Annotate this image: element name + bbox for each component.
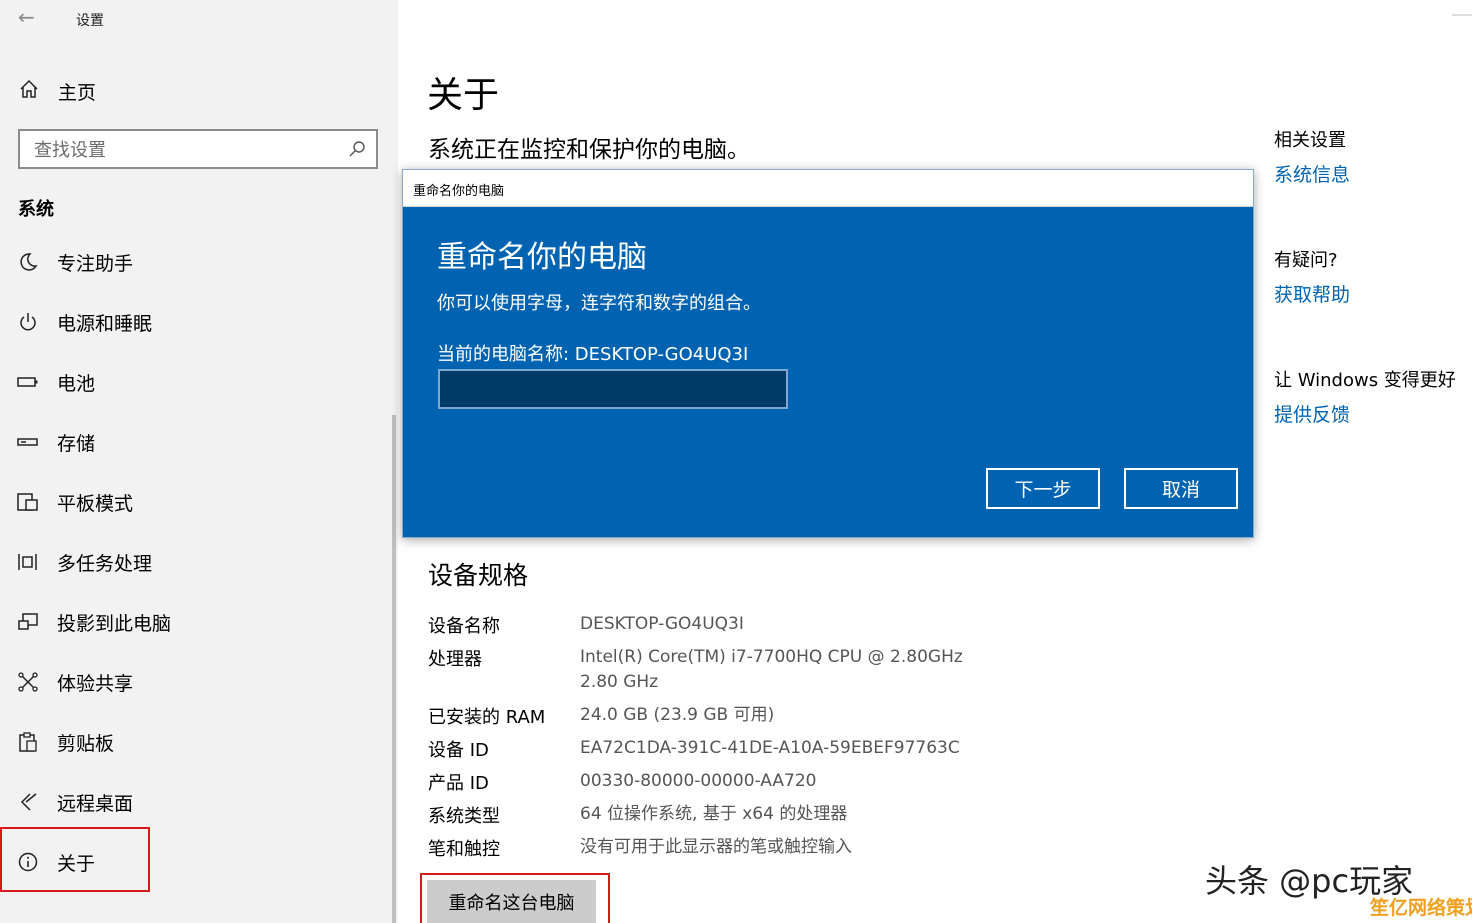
tablet-mode-icon [17, 493, 38, 511]
sidebar-item-remote-desktop[interactable]: 远程桌面 [0, 780, 398, 824]
sidebar-item-home[interactable]: 主页 [0, 70, 398, 110]
related-settings-heading: 相关设置 [1274, 130, 1346, 151]
search-box[interactable] [18, 129, 378, 169]
highlight-box-about [0, 827, 150, 892]
rename-dialog: 重命名你的电脑 重命名你的电脑 你可以使用字母，连字符和数字的组合。 当前的电脑… [402, 169, 1254, 538]
questions-heading: 有疑问? [1274, 250, 1338, 271]
home-icon [20, 79, 38, 98]
sidebar-item-label: 剪贴板 [57, 733, 115, 755]
cancel-button[interactable]: 取消 [1124, 468, 1238, 509]
page-title: 关于 [427, 75, 500, 116]
spec-value-line2: 2.80 GHz [580, 672, 659, 692]
sidebar-item-label: 平板模式 [57, 493, 134, 515]
sidebar-item-focus-assist[interactable]: 专注助手 [0, 240, 398, 284]
sidebar-item-storage[interactable]: 存储 [0, 420, 398, 464]
new-pc-name-input[interactable] [438, 369, 788, 409]
spec-label: 处理器 [428, 649, 482, 670]
moon-icon [20, 253, 38, 271]
spec-value: DESKTOP-GO4UQ3I [580, 614, 744, 634]
current-pc-name: 当前的电脑名称: DESKTOP-GO4UQ3I [437, 344, 749, 365]
next-button[interactable]: 下一步 [986, 468, 1100, 509]
spec-label: 产品 ID [428, 773, 489, 794]
sidebar-item-projecting[interactable]: 投影到此电脑 [0, 600, 398, 644]
sidebar-item-label: 存储 [57, 433, 96, 455]
sidebar-scrollbar[interactable] [392, 415, 396, 923]
protection-status: 系统正在监控和保护你的电脑。 [428, 137, 750, 163]
improve-windows-heading: 让 Windows 变得更好 [1274, 370, 1456, 391]
app-title: 设置 [76, 13, 104, 29]
get-help-link[interactable]: 获取帮助 [1274, 280, 1350, 307]
sidebar-item-label: 多任务处理 [57, 553, 153, 575]
projecting-icon [18, 613, 38, 630]
sidebar: ← 设置 主页 系统 专注助手 电源和睡眠 电池 [0, 0, 398, 923]
sidebar-item-label: 主页 [58, 82, 97, 104]
window-control-minimize[interactable] [1452, 14, 1472, 16]
power-icon [20, 313, 36, 331]
spec-label: 已安装的 RAM [428, 707, 546, 728]
sidebar-item-clipboard[interactable]: 剪贴板 [0, 720, 398, 764]
system-info-link[interactable]: 系统信息 [1274, 160, 1350, 187]
spec-label: 设备名称 [428, 616, 500, 637]
spec-value: 没有可用于此显示器的笔或触控输入 [580, 837, 852, 857]
dialog-heading: 重命名你的电脑 [437, 240, 647, 275]
spec-label: 笔和触控 [428, 839, 500, 860]
remote-desktop-icon [20, 793, 37, 811]
sidebar-item-label: 电池 [57, 373, 96, 395]
spec-label: 设备 ID [428, 740, 489, 761]
title-bar: ← 设置 [0, 0, 398, 40]
multitasking-icon [18, 554, 37, 570]
sidebar-item-tablet-mode[interactable]: 平板模式 [0, 480, 398, 524]
storage-icon [17, 438, 38, 446]
device-specs-title: 设备规格 [428, 561, 529, 590]
spec-value: 00330-80000-00000-AA720 [580, 771, 817, 791]
highlight-box-rename [420, 873, 610, 923]
sidebar-item-shared-experiences[interactable]: 体验共享 [0, 660, 398, 704]
battery-icon [17, 377, 38, 387]
spec-value: Intel(R) Core(TM) i7-7700HQ CPU @ 2.80GH… [580, 647, 963, 667]
search-icon[interactable] [348, 140, 366, 158]
section-heading: 系统 [18, 199, 54, 220]
sidebar-item-label: 电源和睡眠 [57, 313, 153, 335]
spec-label: 系统类型 [428, 806, 500, 827]
spec-value: 64 位操作系统, 基于 x64 的处理器 [580, 804, 848, 824]
sidebar-item-label: 体验共享 [57, 673, 134, 695]
dialog-window-title: 重命名你的电脑 [413, 184, 505, 199]
sidebar-item-battery[interactable]: 电池 [0, 360, 398, 404]
sidebar-item-label: 专注助手 [57, 253, 134, 275]
watermark-logo-text: 笙亿网络策划 [1370, 897, 1472, 919]
sidebar-item-label: 投影到此电脑 [57, 613, 172, 635]
search-input[interactable] [34, 138, 334, 162]
back-arrow-icon[interactable]: ← [18, 7, 35, 27]
sidebar-item-multitasking[interactable]: 多任务处理 [0, 540, 398, 584]
sidebar-item-label: 远程桌面 [57, 793, 134, 815]
spec-value: 24.0 GB (23.9 GB 可用) [580, 705, 775, 725]
dialog-title-bar[interactable]: 重命名你的电脑 [403, 170, 1253, 207]
spec-value: EA72C1DA-391C-41DE-A10A-59EBEF97763C [580, 738, 960, 758]
clipboard-icon [19, 732, 37, 752]
dialog-description: 你可以使用字母，连字符和数字的组合。 [437, 293, 761, 314]
sidebar-item-power[interactable]: 电源和睡眠 [0, 300, 398, 344]
give-feedback-link[interactable]: 提供反馈 [1274, 400, 1350, 427]
shared-experiences-icon [18, 672, 38, 692]
